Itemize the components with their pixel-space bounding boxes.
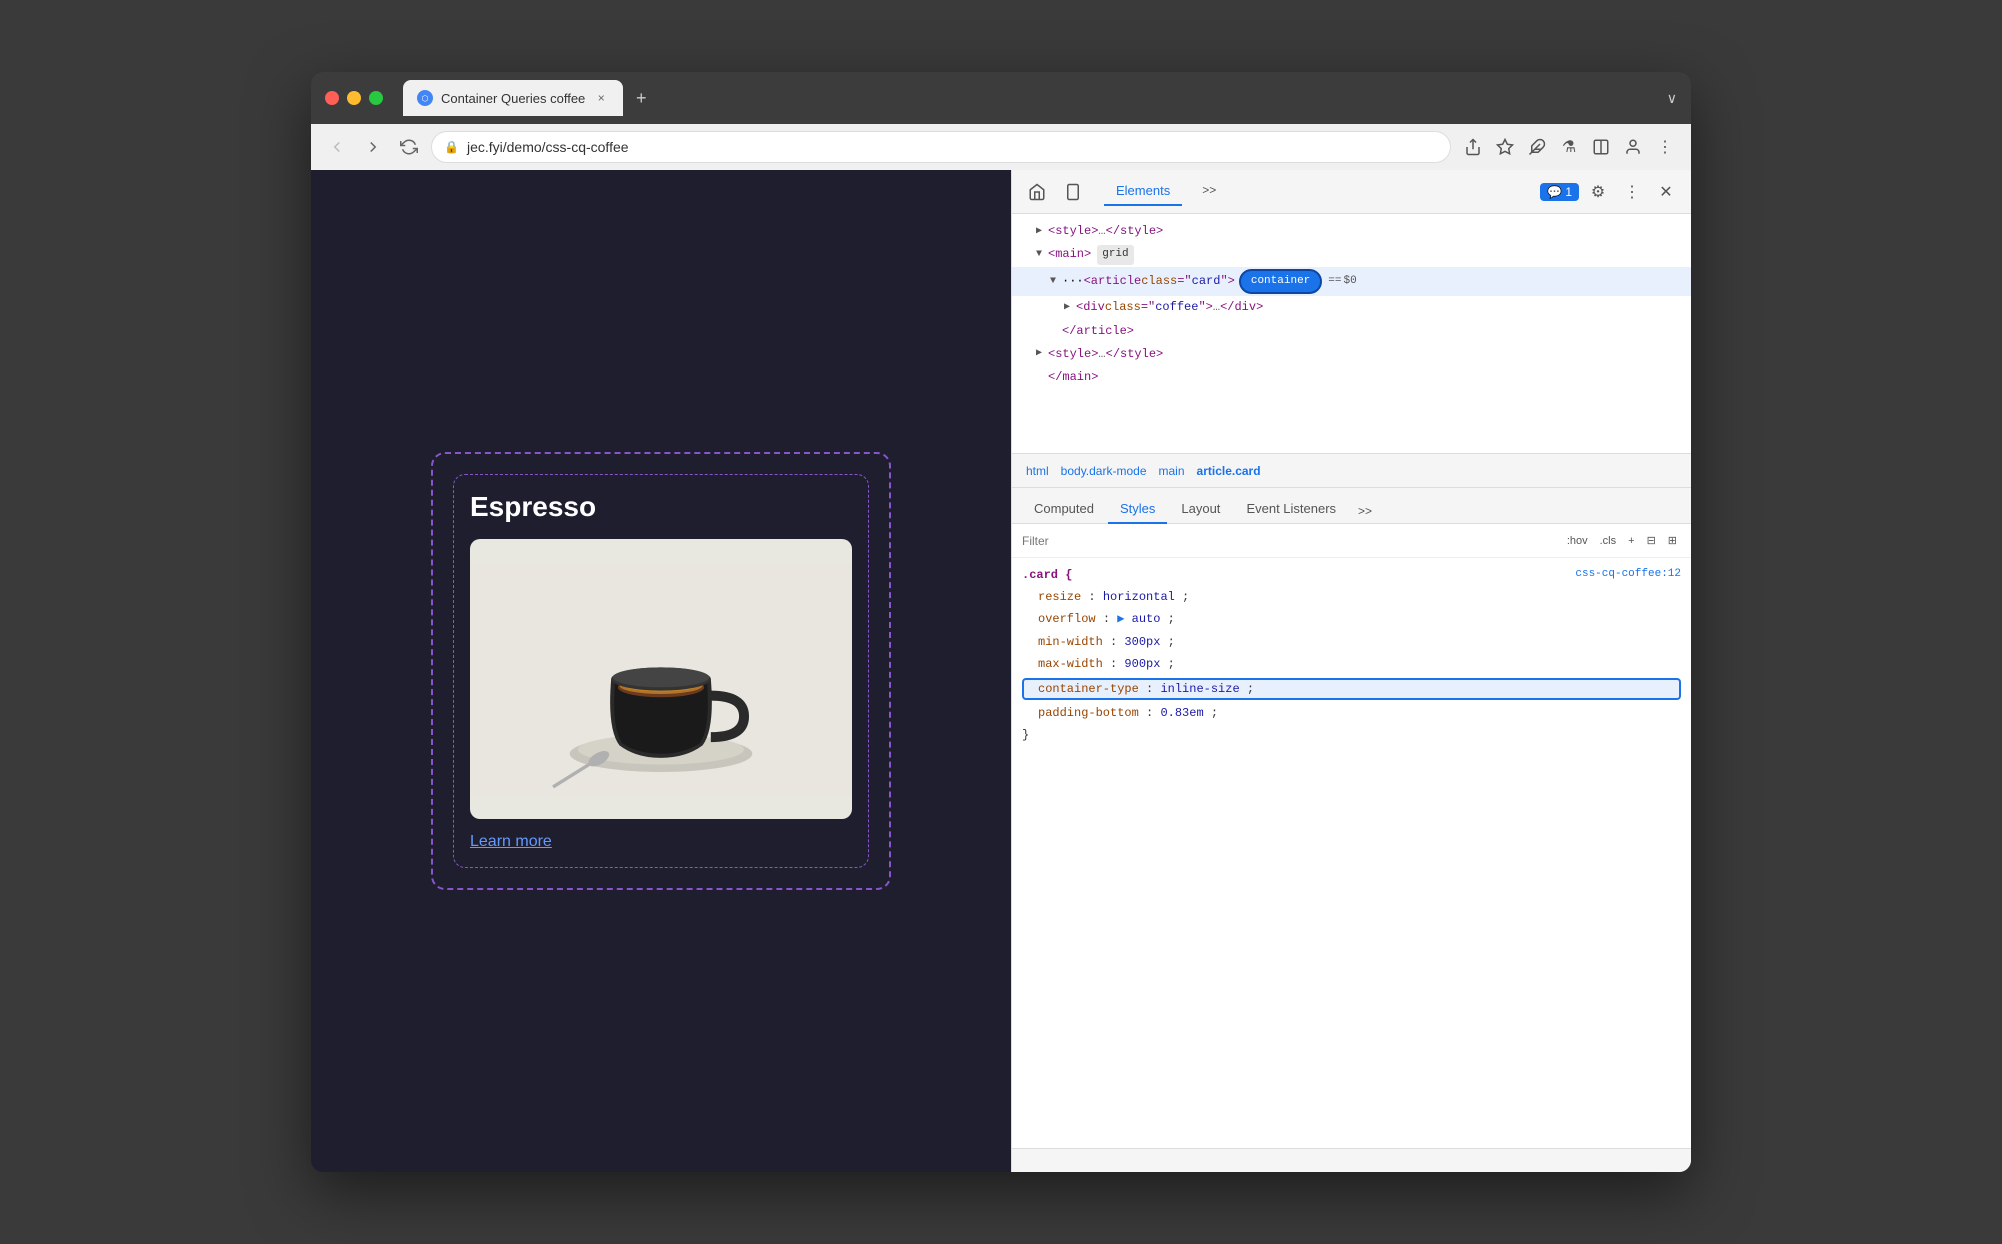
coffee-card: Espresso xyxy=(431,452,891,890)
tree-line-style1[interactable]: ▶ <style>…</style> xyxy=(1012,220,1691,243)
nav-bar: 🔒 jec.fyi/demo/css-cq-coffee ⚗ ⋮ xyxy=(311,124,1691,170)
profile-button[interactable] xyxy=(1619,133,1647,161)
styles-filter-bar: :hov .cls + ⊟ ⊞ xyxy=(1012,524,1691,558)
inspector-tool-button[interactable] xyxy=(1022,177,1052,207)
tab-dropdown-button[interactable]: ∨ xyxy=(1667,90,1677,107)
css-property-padding-bottom[interactable]: padding-bottom : 0.83em ; xyxy=(1022,702,1681,724)
extensions-button[interactable] xyxy=(1523,133,1551,161)
new-tab-button[interactable]: + xyxy=(627,84,655,112)
back-button[interactable] xyxy=(323,133,351,161)
device-toggle-button[interactable] xyxy=(1058,177,1088,207)
hov-filter-button[interactable]: :hov xyxy=(1563,533,1592,549)
tree-line-article[interactable]: ▼ ··· <article class="card"> container =… xyxy=(1012,267,1691,297)
event-listeners-tab[interactable]: Event Listeners xyxy=(1234,495,1348,524)
coffee-card-title: Espresso xyxy=(470,491,852,523)
minimize-button[interactable] xyxy=(347,91,361,105)
add-style-button[interactable]: + xyxy=(1624,533,1638,549)
more-panels-button[interactable]: >> xyxy=(1190,177,1228,206)
tab-close-button[interactable]: × xyxy=(593,90,609,106)
coffee-image xyxy=(470,539,852,819)
settings-button[interactable]: ⚙ xyxy=(1583,177,1613,207)
breadcrumb-bar: html body.dark-mode main article.card xyxy=(1012,454,1691,488)
devtools-panel-tabs: Elements >> xyxy=(1104,177,1228,206)
styles-tab[interactable]: Styles xyxy=(1108,495,1167,524)
active-tab[interactable]: ⬡ Container Queries coffee × xyxy=(403,80,623,116)
layout-tab[interactable]: Layout xyxy=(1169,495,1232,524)
overflow-expand-button[interactable]: ▶ xyxy=(1117,612,1131,626)
learn-more-link[interactable]: Learn more xyxy=(470,833,852,851)
notification-badge[interactable]: 💬 1 xyxy=(1540,183,1579,201)
cls-filter-button[interactable]: .cls xyxy=(1596,533,1621,549)
css-property-resize[interactable]: resize : horizontal ; xyxy=(1022,586,1681,608)
chat-icon: 💬 xyxy=(1547,185,1562,199)
traffic-lights xyxy=(325,91,383,105)
notification-count: 1 xyxy=(1565,185,1572,199)
elements-tree: ▶ <style>…</style> ▼ <main> grid ▼ ··· <… xyxy=(1012,214,1691,454)
tree-line-main-close[interactable]: </main> xyxy=(1012,366,1691,389)
bookmark-button[interactable] xyxy=(1491,133,1519,161)
breadcrumb-main[interactable]: main xyxy=(1155,462,1189,480)
address-bar[interactable]: 🔒 jec.fyi/demo/css-cq-coffee xyxy=(431,131,1451,163)
css-property-overflow[interactable]: overflow : ▶ auto ; xyxy=(1022,608,1681,630)
card-inner: Espresso xyxy=(453,474,869,868)
reload-button[interactable] xyxy=(395,133,423,161)
styles-filter-input[interactable] xyxy=(1022,534,1555,548)
devtools-panel: Elements >> 💬 1 ⚙ ⋮ ✕ xyxy=(1011,170,1691,1172)
css-property-max-width[interactable]: max-width : 900px ; xyxy=(1022,653,1681,675)
elements-tab[interactable]: Elements xyxy=(1104,177,1182,206)
chrome-menu-button[interactable]: ⋮ xyxy=(1651,133,1679,161)
tab-favicon: ⬡ xyxy=(417,90,433,106)
devtools-status-bar xyxy=(1012,1148,1691,1172)
lab-button[interactable]: ⚗ xyxy=(1555,133,1583,161)
computed-tab[interactable]: Computed xyxy=(1022,495,1106,524)
tab-label: Container Queries coffee xyxy=(441,91,585,106)
tab-bar: ⬡ Container Queries coffee × + ∨ xyxy=(403,80,1677,116)
browser-viewport: Espresso xyxy=(311,170,1011,1172)
url-text: jec.fyi/demo/css-cq-coffee xyxy=(467,139,629,155)
main-area: Espresso xyxy=(311,170,1691,1172)
css-closing-brace: } xyxy=(1022,728,1681,742)
lock-icon: 🔒 xyxy=(444,140,459,154)
grid-badge: grid xyxy=(1097,245,1133,265)
filter-actions: :hov .cls + ⊟ ⊞ xyxy=(1563,532,1681,549)
css-property-min-width[interactable]: min-width : 300px ; xyxy=(1022,631,1681,653)
tree-line-article-close[interactable]: </article> xyxy=(1012,320,1691,343)
styles-panel: .card { css-cq-coffee:12 resize : horizo… xyxy=(1012,558,1691,1148)
nav-actions: ⚗ ⋮ xyxy=(1459,133,1679,161)
copy-styles-button[interactable]: ⊟ xyxy=(1643,532,1660,549)
breadcrumb-html[interactable]: html xyxy=(1022,462,1053,480)
devtools-more-button[interactable]: ⋮ xyxy=(1617,177,1647,207)
devtools-close-button[interactable]: ✕ xyxy=(1651,177,1681,207)
css-source[interactable]: css-cq-coffee:12 xyxy=(1575,568,1681,582)
container-badge: container xyxy=(1239,269,1322,295)
close-button[interactable] xyxy=(325,91,339,105)
breadcrumb-body[interactable]: body.dark-mode xyxy=(1057,462,1151,480)
devtools-actions: 💬 1 ⚙ ⋮ ✕ xyxy=(1540,177,1681,207)
share-button[interactable] xyxy=(1459,133,1487,161)
forward-button[interactable] xyxy=(359,133,387,161)
tree-line-main[interactable]: ▼ <main> grid xyxy=(1012,243,1691,267)
tree-line-div-coffee[interactable]: ▶ <div class="coffee">…</div> xyxy=(1012,296,1691,319)
title-bar: ⬡ Container Queries coffee × + ∨ xyxy=(311,72,1691,124)
more-sub-tabs-button[interactable]: >> xyxy=(1354,500,1376,524)
devtools-toolbar: Elements >> 💬 1 ⚙ ⋮ ✕ xyxy=(1012,170,1691,214)
sub-panel-tabs: Computed Styles Layout Event Listeners >… xyxy=(1012,488,1691,524)
browser-window: ⬡ Container Queries coffee × + ∨ 🔒 jec.f… xyxy=(311,72,1691,1172)
tree-line-style2[interactable]: ▶ <style>…</style> xyxy=(1012,343,1691,366)
css-rule-header: .card { css-cq-coffee:12 xyxy=(1022,568,1681,582)
toggle-sidebar-button[interactable]: ⊞ xyxy=(1664,532,1681,549)
split-button[interactable] xyxy=(1587,133,1615,161)
maximize-button[interactable] xyxy=(369,91,383,105)
breadcrumb-article[interactable]: article.card xyxy=(1193,462,1265,480)
css-selector: .card { xyxy=(1022,568,1072,582)
css-property-container-type[interactable]: container-type : inline-size ; xyxy=(1022,678,1681,700)
